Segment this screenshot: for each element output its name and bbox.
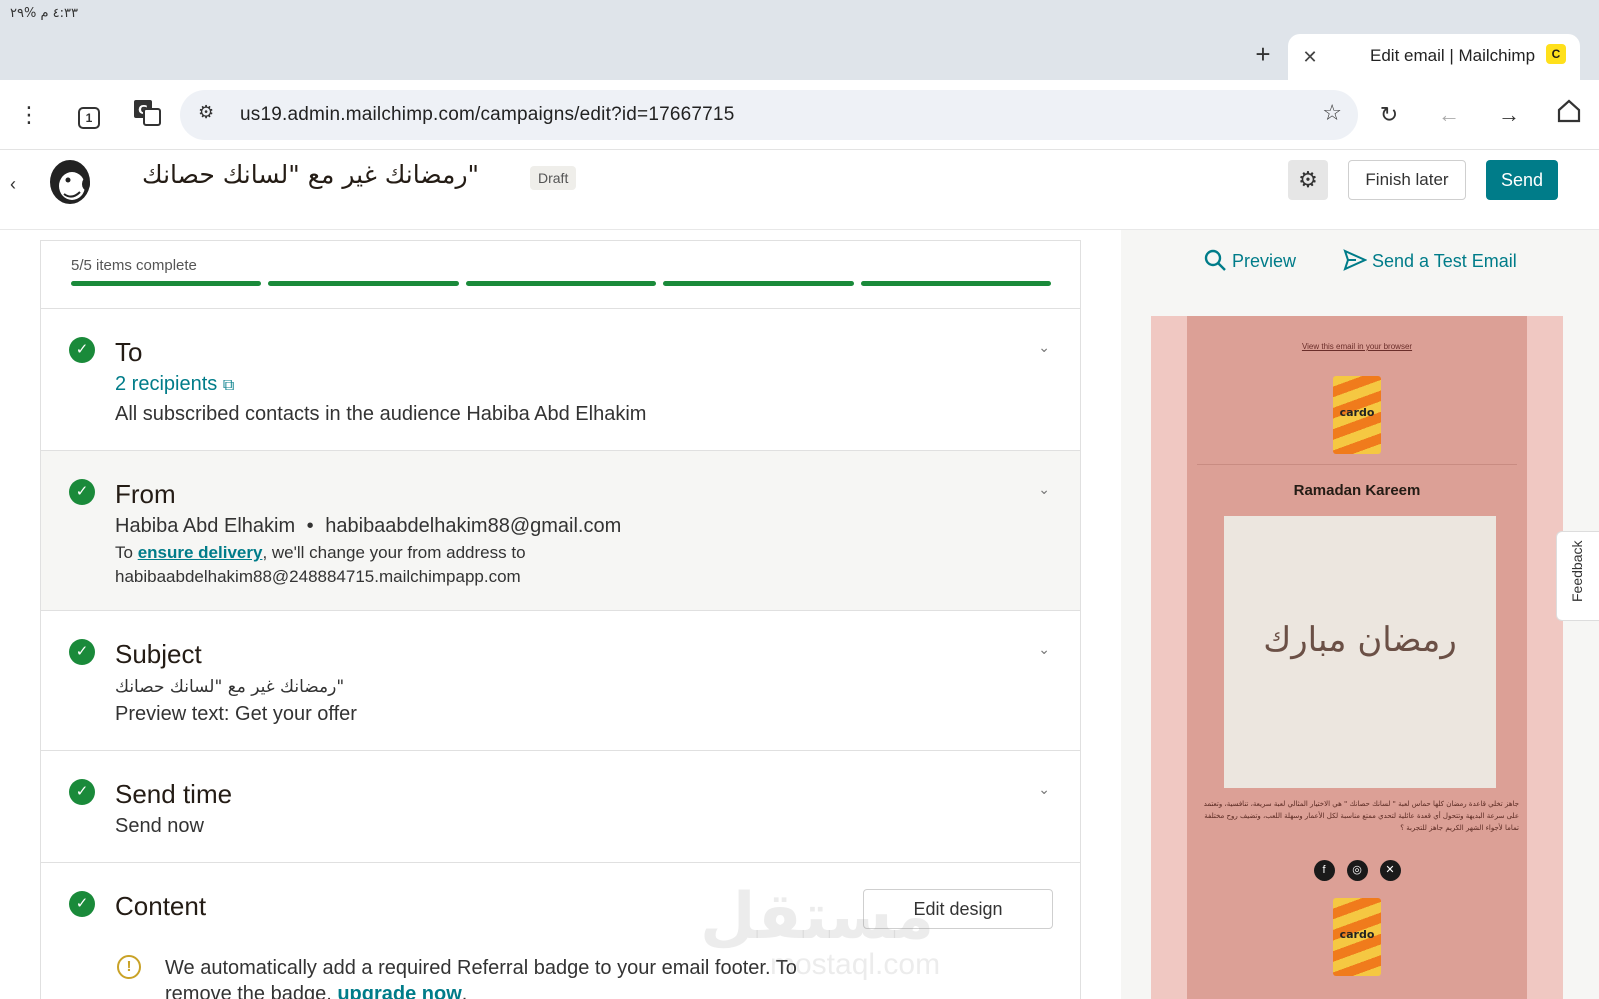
settings-button[interactable]: ⚙	[1288, 160, 1328, 200]
send-time-title: Send time	[115, 779, 233, 809]
send-time-section[interactable]: ✓ Send time ⌄ Send now	[41, 751, 1080, 863]
watermark-logo: مستقل	[700, 880, 935, 954]
content-title: Content	[115, 891, 207, 921]
reload-icon[interactable]: ↻	[1372, 98, 1406, 132]
delivery-note: To ensure delivery, we'll change your fr…	[115, 543, 526, 562]
check-icon: ✓	[69, 639, 95, 665]
send-test-email-button[interactable]: Send a Test Email	[1343, 248, 1517, 272]
mailchimp-logo-icon[interactable]	[46, 156, 94, 206]
check-icon: ✓	[69, 479, 95, 505]
send-button[interactable]: Send	[1486, 160, 1558, 200]
from-title: From	[115, 479, 176, 509]
progress-section: 5/5 items complete	[41, 241, 1080, 309]
bookmark-star-icon[interactable]: ☆	[1322, 100, 1342, 126]
feedback-tab[interactable]: Feedback	[1556, 531, 1599, 621]
site-settings-icon[interactable]: ⚙	[198, 102, 214, 123]
facebook-icon[interactable]: f	[1313, 860, 1335, 881]
mailchimp-favicon-icon: C	[1546, 44, 1566, 64]
from-section[interactable]: ✓ From ⌄ Habiba Abd Elhakim • habibaabde…	[41, 451, 1080, 611]
chevron-down-icon[interactable]: ⌄	[1038, 339, 1050, 356]
ramadan-calligraphy: رمضان مبارك	[1263, 620, 1457, 660]
x-twitter-icon[interactable]: ✕	[1379, 860, 1401, 881]
chevron-down-icon[interactable]: ⌄	[1038, 481, 1050, 498]
home-icon[interactable]	[1552, 98, 1586, 132]
campaign-header: ‹ "رمضانك غير مع "لسانك حصانك Draft ⚙ Fi…	[0, 150, 1599, 230]
cardo-logo-footer: cardo	[1333, 898, 1381, 976]
status-badge: Draft	[530, 166, 577, 190]
close-tab-icon[interactable]: ✕	[1296, 43, 1324, 71]
to-title: To	[115, 337, 143, 367]
watermark-url: mostaql.com	[770, 948, 941, 981]
progress-segment	[465, 281, 657, 286]
tab-strip: + ✕ Edit email | Mailchimp C	[0, 32, 1599, 80]
recipients-link[interactable]: 2 recipients ⧉	[115, 373, 234, 396]
gear-icon: ⚙	[1298, 167, 1318, 192]
url-text: us19.admin.mailchimp.com/campaigns/edit?…	[240, 104, 735, 125]
divider	[1197, 464, 1517, 465]
email-body: View this email in your browser cardo Ra…	[1187, 316, 1527, 999]
preview-button[interactable]: Preview	[1203, 248, 1296, 272]
from-name: Habiba Abd Elhakim	[115, 515, 296, 537]
view-in-browser-link[interactable]: View this email in your browser	[1187, 342, 1527, 351]
progress-text: 5/5 items complete	[71, 257, 197, 274]
back-chevron-icon[interactable]: ‹	[10, 174, 16, 195]
progress-segment	[71, 281, 262, 286]
subject-title: Subject	[115, 639, 202, 669]
address-bar[interactable]: ⚙ us19.admin.mailchimp.com/campaigns/edi…	[180, 90, 1358, 140]
referral-badge-warning: We automatically add a required Referral…	[165, 955, 855, 999]
translate-icon[interactable]: G	[130, 98, 164, 132]
tab-switcher-icon[interactable]: 1	[72, 98, 106, 132]
menu-icon[interactable]: ⋮	[12, 98, 46, 132]
status-bar: ٤:٣٣ م %٢٩	[0, 0, 1599, 32]
from-identity: Habiba Abd Elhakim • habibaabdelhakim88@…	[115, 515, 621, 538]
chevron-down-icon[interactable]: ⌄	[1038, 641, 1050, 658]
separator-dot: •	[306, 515, 314, 537]
cardo-logo: cardo	[1333, 376, 1381, 454]
subject-section[interactable]: ✓ Subject ⌄ "رمضانك غير مع "لسانك حصانك …	[41, 611, 1080, 751]
instagram-icon[interactable]: ◎	[1346, 860, 1368, 881]
email-title: Ramadan Kareem	[1293, 482, 1421, 499]
search-icon	[1203, 249, 1232, 271]
browser-toolbar: ⋮ 1 G ⚙ us19.admin.mailchimp.com/campaig…	[0, 80, 1599, 150]
email-body-text: جاهز تخلي قاعدة رمضان كلها حماس لعبة " ل…	[1203, 800, 1519, 832]
check-icon: ✓	[69, 779, 95, 805]
progress-segment	[268, 281, 459, 286]
to-section[interactable]: ✓ To ⌄ 2 recipients ⧉ All subscribed con…	[41, 309, 1080, 451]
from-email: habibaabdelhakim88@gmail.com	[325, 515, 622, 537]
check-icon: ✓	[69, 891, 95, 917]
subject-text: "رمضانك غير مع "لسانك حصانك	[115, 677, 345, 697]
progress-segment	[663, 281, 854, 286]
new-tab-icon[interactable]: +	[1248, 40, 1278, 70]
check-icon: ✓	[69, 337, 95, 363]
browser-tab[interactable]: ✕ Edit email | Mailchimp C	[1288, 34, 1580, 80]
upgrade-now-link[interactable]: upgrade now	[337, 983, 461, 999]
status-text: ٤:٣٣ م %٢٩	[10, 6, 78, 21]
forward-arrow-icon[interactable]: →	[1492, 98, 1526, 132]
campaign-title: "رمضانك غير مع "لسانك حصانك	[142, 160, 480, 189]
ramadan-image: رمضان مبارك	[1224, 516, 1496, 788]
chevron-down-icon[interactable]: ⌄	[1038, 781, 1050, 798]
social-icons: f ◎ ✕	[1187, 860, 1527, 881]
tab-title: Edit email | Mailchimp	[1370, 46, 1536, 65]
warning-icon: !	[117, 955, 141, 979]
progress-segment	[860, 281, 1052, 286]
send-time-value: Send now	[115, 815, 204, 837]
email-preview-pane: Preview Send a Test Email View this emai…	[1121, 230, 1599, 999]
back-arrow-icon[interactable]: ←	[1432, 98, 1466, 132]
finish-later-button[interactable]: Finish later	[1348, 160, 1466, 200]
progress-bars	[71, 281, 1052, 286]
alt-from-address: habibaabdelhakim88@248884715.mailchimpap…	[115, 567, 521, 586]
ensure-delivery-link[interactable]: ensure delivery	[138, 543, 263, 562]
audience-detail: All subscribed contacts in the audience …	[115, 403, 647, 425]
paper-plane-icon	[1343, 249, 1372, 271]
email-preview: View this email in your browser cardo Ra…	[1151, 316, 1563, 999]
external-link-icon: ⧉	[222, 377, 235, 394]
preview-text: Preview text: Get your offer	[115, 703, 357, 725]
